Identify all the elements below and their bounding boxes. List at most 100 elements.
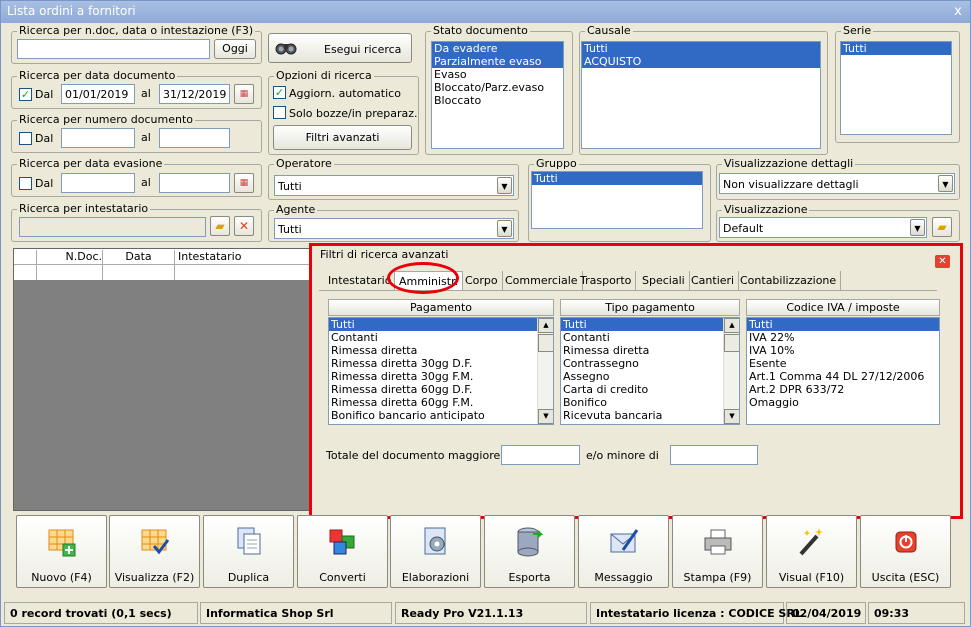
total-less-input[interactable] bbox=[670, 445, 758, 465]
scrollbar[interactable]: ▲ ▼ bbox=[723, 318, 739, 424]
serie-list[interactable]: Tutti bbox=[840, 41, 952, 135]
list-item[interactable]: Rimessa diretta bbox=[561, 344, 739, 357]
doc-number-to-input[interactable] bbox=[159, 128, 230, 148]
calendar-icon[interactable]: ▦ bbox=[234, 84, 254, 104]
doc-date-to-input[interactable]: 31/12/2019 bbox=[159, 84, 230, 104]
list-item[interactable]: Parzialmente evaso bbox=[432, 55, 563, 68]
agent-select[interactable]: Tutti ▼ bbox=[274, 218, 514, 239]
list-item[interactable]: IVA 10% bbox=[747, 344, 939, 357]
list-item[interactable]: Bloccato bbox=[432, 94, 563, 107]
view-button[interactable]: Visualizza (F2) bbox=[109, 515, 200, 588]
payment-type-list[interactable]: Tutti Contanti Rimessa diretta Contrasse… bbox=[560, 317, 740, 425]
folder-icon[interactable]: ▰ bbox=[210, 216, 230, 236]
chevron-down-icon[interactable]: ▼ bbox=[497, 220, 512, 237]
drafts-checkbox[interactable] bbox=[273, 106, 286, 119]
scroll-thumb[interactable] bbox=[538, 334, 553, 352]
auto-update-checkbox[interactable]: ✓ bbox=[273, 86, 286, 99]
list-item[interactable]: Tutti bbox=[561, 318, 739, 331]
list-item[interactable]: Ricevuta bancaria bbox=[561, 409, 739, 422]
print-button[interactable]: Stampa (F9) bbox=[672, 515, 763, 588]
list-item[interactable]: Omaggio bbox=[747, 396, 939, 409]
tab-cantieri[interactable]: Cantieri bbox=[687, 271, 740, 290]
list-item[interactable]: Rimessa diretta bbox=[329, 344, 553, 357]
holder-input[interactable] bbox=[19, 217, 206, 237]
causale-list[interactable]: Tutti ACQUISTO bbox=[581, 41, 821, 149]
list-item[interactable]: Contrassegno bbox=[561, 357, 739, 370]
list-item[interactable]: Bonifico bancario anticipato bbox=[329, 409, 553, 422]
list-item[interactable]: Carta di credito bbox=[561, 383, 739, 396]
grid-col-ndoc[interactable]: N.Doc. bbox=[36, 250, 102, 280]
list-item[interactable]: Esente bbox=[747, 357, 939, 370]
chevron-down-icon[interactable]: ▼ bbox=[724, 409, 739, 424]
list-item[interactable]: Contanti bbox=[329, 331, 553, 344]
list-item[interactable]: Tutti bbox=[532, 172, 702, 185]
doc-state-list[interactable]: Da evadere Parzialmente evaso Evaso Bloc… bbox=[431, 41, 564, 149]
process-button[interactable]: Elaborazioni bbox=[390, 515, 481, 588]
list-item[interactable]: Rimessa diretta 60gg F.M. bbox=[329, 396, 553, 409]
doc-date-checkbox[interactable]: ✓ bbox=[19, 88, 32, 101]
visual-button[interactable]: Visual (F10) bbox=[766, 515, 857, 588]
view-select[interactable]: Default ▼ bbox=[719, 217, 927, 238]
list-item[interactable]: Contanti bbox=[561, 331, 739, 344]
new-button[interactable]: Nuovo (F4) bbox=[16, 515, 107, 588]
list-item[interactable]: Da evadere bbox=[432, 42, 563, 55]
tab-speciali[interactable]: Speciali bbox=[638, 271, 690, 290]
list-item[interactable]: Art.1 Comma 44 DL 27/12/2006 bbox=[747, 370, 939, 383]
list-item[interactable]: Tutti bbox=[582, 42, 820, 55]
chevron-down-icon[interactable]: ▼ bbox=[497, 177, 512, 194]
list-item[interactable]: Art.2 DPR 633/72 bbox=[747, 383, 939, 396]
grid-col-date[interactable]: Data bbox=[102, 250, 174, 280]
doc-number-from-input[interactable] bbox=[61, 128, 135, 148]
text-search-input[interactable] bbox=[17, 39, 210, 59]
close-icon[interactable]: ✕ bbox=[935, 255, 950, 268]
folder-icon[interactable]: ▰ bbox=[932, 217, 952, 237]
run-search-button[interactable]: Esegui ricerca bbox=[268, 33, 412, 63]
results-grid[interactable]: N.Doc. Data Intestatario bbox=[13, 248, 313, 511]
scrollbar[interactable]: ▲ ▼ bbox=[537, 318, 553, 424]
grid-col-holder[interactable]: Intestatario bbox=[174, 250, 312, 280]
list-item[interactable]: Assegno bbox=[561, 370, 739, 383]
convert-button[interactable]: Converti bbox=[297, 515, 388, 588]
list-item[interactable]: Bloccato/Parz.evaso bbox=[432, 81, 563, 94]
clear-icon[interactable]: ✕ bbox=[234, 216, 254, 236]
tab-corpo[interactable]: Corpo bbox=[461, 271, 503, 290]
list-item[interactable]: IVA 22% bbox=[747, 331, 939, 344]
advanced-filters-button[interactable]: Filtri avanzati bbox=[273, 125, 412, 150]
list-item[interactable]: Bonifico bbox=[561, 396, 739, 409]
duplicate-button[interactable]: Duplica bbox=[203, 515, 294, 588]
tab-commerciale[interactable]: Commerciale bbox=[501, 271, 583, 290]
calendar-icon[interactable]: ▦ bbox=[234, 173, 254, 193]
evasion-date-from-input[interactable] bbox=[61, 173, 135, 193]
operator-select[interactable]: Tutti ▼ bbox=[274, 175, 514, 196]
close-icon[interactable]: x bbox=[951, 5, 965, 19]
vat-list[interactable]: Tutti IVA 22% IVA 10% Esente Art.1 Comma… bbox=[746, 317, 940, 425]
chevron-up-icon[interactable]: ▲ bbox=[538, 318, 553, 333]
list-item[interactable]: ACQUISTO bbox=[582, 55, 820, 68]
list-item[interactable]: Tutti bbox=[841, 42, 951, 55]
chevron-up-icon[interactable]: ▲ bbox=[724, 318, 739, 333]
tab-intestatario[interactable]: Intestatario bbox=[324, 271, 397, 290]
list-item[interactable]: Tutti bbox=[747, 318, 939, 331]
list-item[interactable]: Rimessa diretta 60gg D.F. bbox=[329, 383, 553, 396]
list-item[interactable]: Rimessa diretta 30gg F.M. bbox=[329, 370, 553, 383]
list-item[interactable]: Rimessa diretta 30gg D.F. bbox=[329, 357, 553, 370]
group-list[interactable]: Tutti bbox=[531, 171, 703, 229]
chevron-down-icon[interactable]: ▼ bbox=[538, 409, 553, 424]
doc-number-checkbox[interactable] bbox=[19, 132, 32, 145]
export-button[interactable]: Esporta bbox=[484, 515, 575, 588]
evasion-date-to-input[interactable] bbox=[159, 173, 230, 193]
today-button[interactable]: Oggi bbox=[214, 39, 256, 59]
tab-contabilizzazione[interactable]: Contabilizzazione bbox=[736, 271, 842, 290]
tab-trasporto[interactable]: Trasporto bbox=[576, 271, 637, 290]
total-greater-input[interactable] bbox=[501, 445, 580, 465]
list-item[interactable]: Tutti bbox=[329, 318, 553, 331]
scroll-thumb[interactable] bbox=[724, 334, 739, 352]
payment-list[interactable]: Tutti Contanti Rimessa diretta Rimessa d… bbox=[328, 317, 554, 425]
message-button[interactable]: Messaggio bbox=[578, 515, 669, 588]
exit-button[interactable]: Uscita (ESC) bbox=[860, 515, 951, 588]
chevron-down-icon[interactable]: ▼ bbox=[910, 219, 925, 236]
list-item[interactable]: Evaso bbox=[432, 68, 563, 81]
chevron-down-icon[interactable]: ▼ bbox=[938, 175, 953, 192]
evasion-date-checkbox[interactable] bbox=[19, 177, 32, 190]
doc-date-from-input[interactable]: 01/01/2019 bbox=[61, 84, 135, 104]
